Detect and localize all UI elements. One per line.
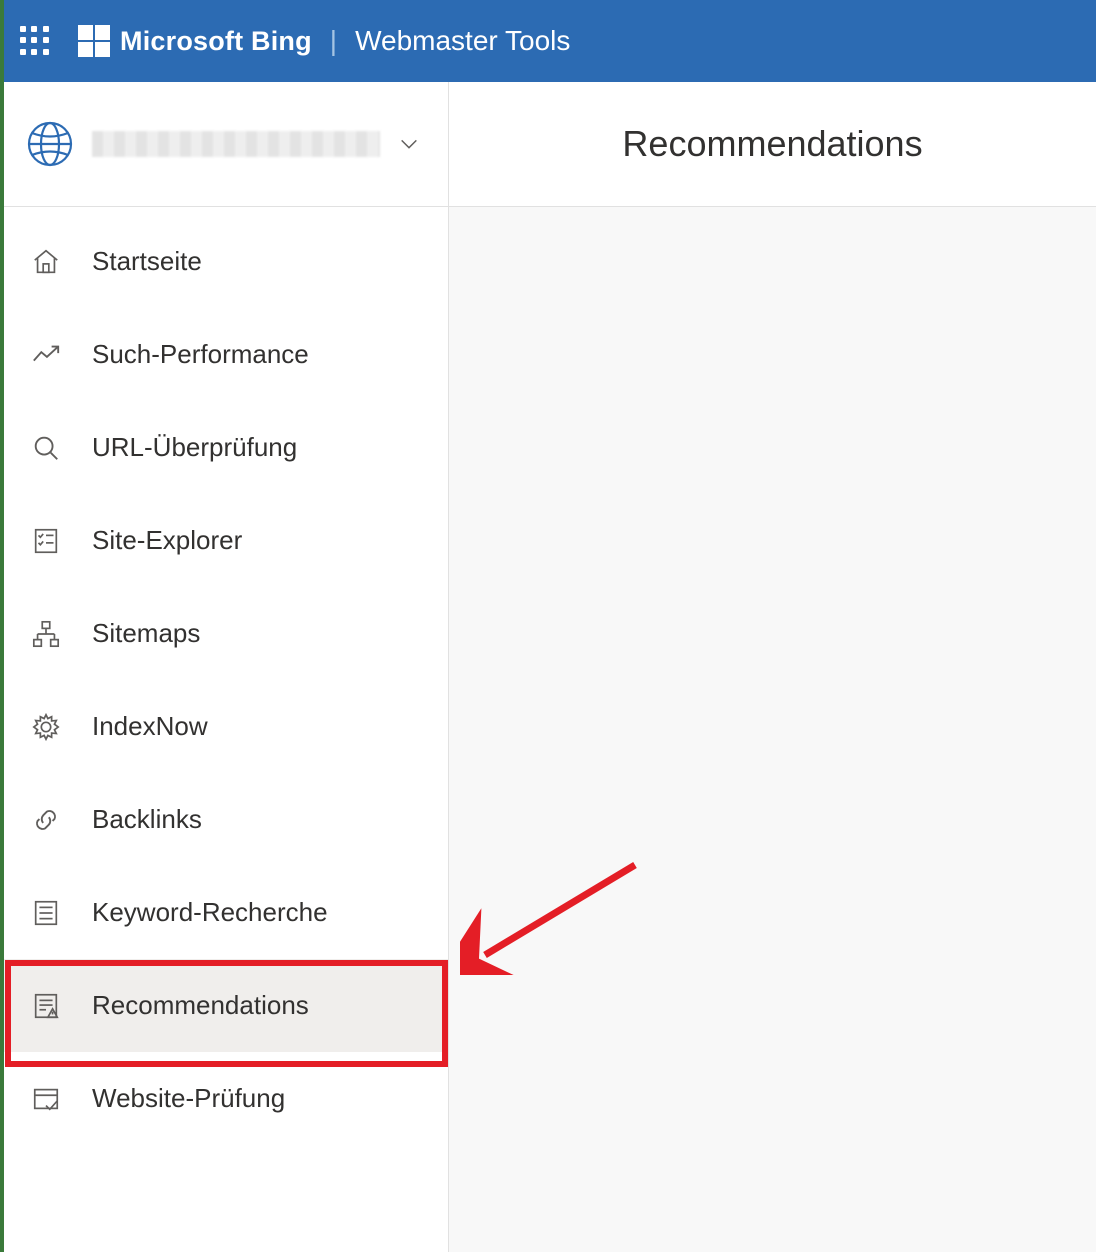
nav-list: Startseite Such-Performance: [4, 207, 448, 1145]
browser-check-icon: [30, 1083, 62, 1115]
sidebar-item-home[interactable]: Startseite: [4, 215, 448, 308]
sidebar-item-label: Backlinks: [92, 804, 202, 835]
page-header: Recommendations: [449, 82, 1096, 207]
header-divider: |: [330, 25, 337, 57]
sidebar: Startseite Such-Performance: [4, 82, 449, 1252]
sidebar-item-site-explorer[interactable]: Site-Explorer: [4, 494, 448, 587]
brand-name: Microsoft Bing: [120, 26, 312, 57]
sidebar-item-label: Recommendations: [92, 990, 309, 1021]
sidebar-item-indexnow[interactable]: IndexNow: [4, 680, 448, 773]
content-area: [449, 207, 1096, 1252]
sidebar-item-site-scan[interactable]: Website-Prüfung: [4, 1052, 448, 1145]
body-container: Startseite Such-Performance: [0, 82, 1096, 1252]
sidebar-item-sitemaps[interactable]: Sitemaps: [4, 587, 448, 680]
sidebar-item-search-performance[interactable]: Such-Performance: [4, 308, 448, 401]
sidebar-item-label: Website-Prüfung: [92, 1083, 285, 1114]
link-icon: [30, 804, 62, 836]
search-icon: [30, 432, 62, 464]
site-name-redacted: [92, 131, 380, 157]
sidebar-item-backlinks[interactable]: Backlinks: [4, 773, 448, 866]
sidebar-item-label: Site-Explorer: [92, 525, 242, 556]
sidebar-item-label: Sitemaps: [92, 618, 200, 649]
checklist-icon: [30, 525, 62, 557]
sitemap-icon: [30, 618, 62, 650]
chevron-down-icon: [398, 133, 420, 155]
sidebar-item-label: Keyword-Recherche: [92, 897, 328, 928]
sidebar-item-label: Such-Performance: [92, 339, 309, 370]
sidebar-item-url-inspection[interactable]: URL-Überprüfung: [4, 401, 448, 494]
site-selector[interactable]: [4, 82, 448, 207]
sidebar-item-recommendations[interactable]: Recommendations: [4, 959, 448, 1052]
gear-icon: [30, 711, 62, 743]
home-icon: [30, 246, 62, 278]
app-launcher-icon[interactable]: [20, 26, 50, 56]
sidebar-item-label: IndexNow: [92, 711, 208, 742]
list-warning-icon: [30, 990, 62, 1022]
sidebar-item-keyword-research[interactable]: Keyword-Recherche: [4, 866, 448, 959]
globe-icon: [26, 120, 74, 168]
microsoft-logo-icon: [78, 25, 110, 57]
main-content: Recommendations: [449, 82, 1096, 1252]
list-icon: [30, 897, 62, 929]
trend-icon: [30, 339, 62, 371]
page-title: Recommendations: [622, 123, 922, 165]
product-name: Webmaster Tools: [355, 25, 570, 57]
sidebar-item-label: Startseite: [92, 246, 202, 277]
sidebar-item-label: URL-Überprüfung: [92, 432, 297, 463]
top-header: Microsoft Bing | Webmaster Tools: [0, 0, 1096, 82]
